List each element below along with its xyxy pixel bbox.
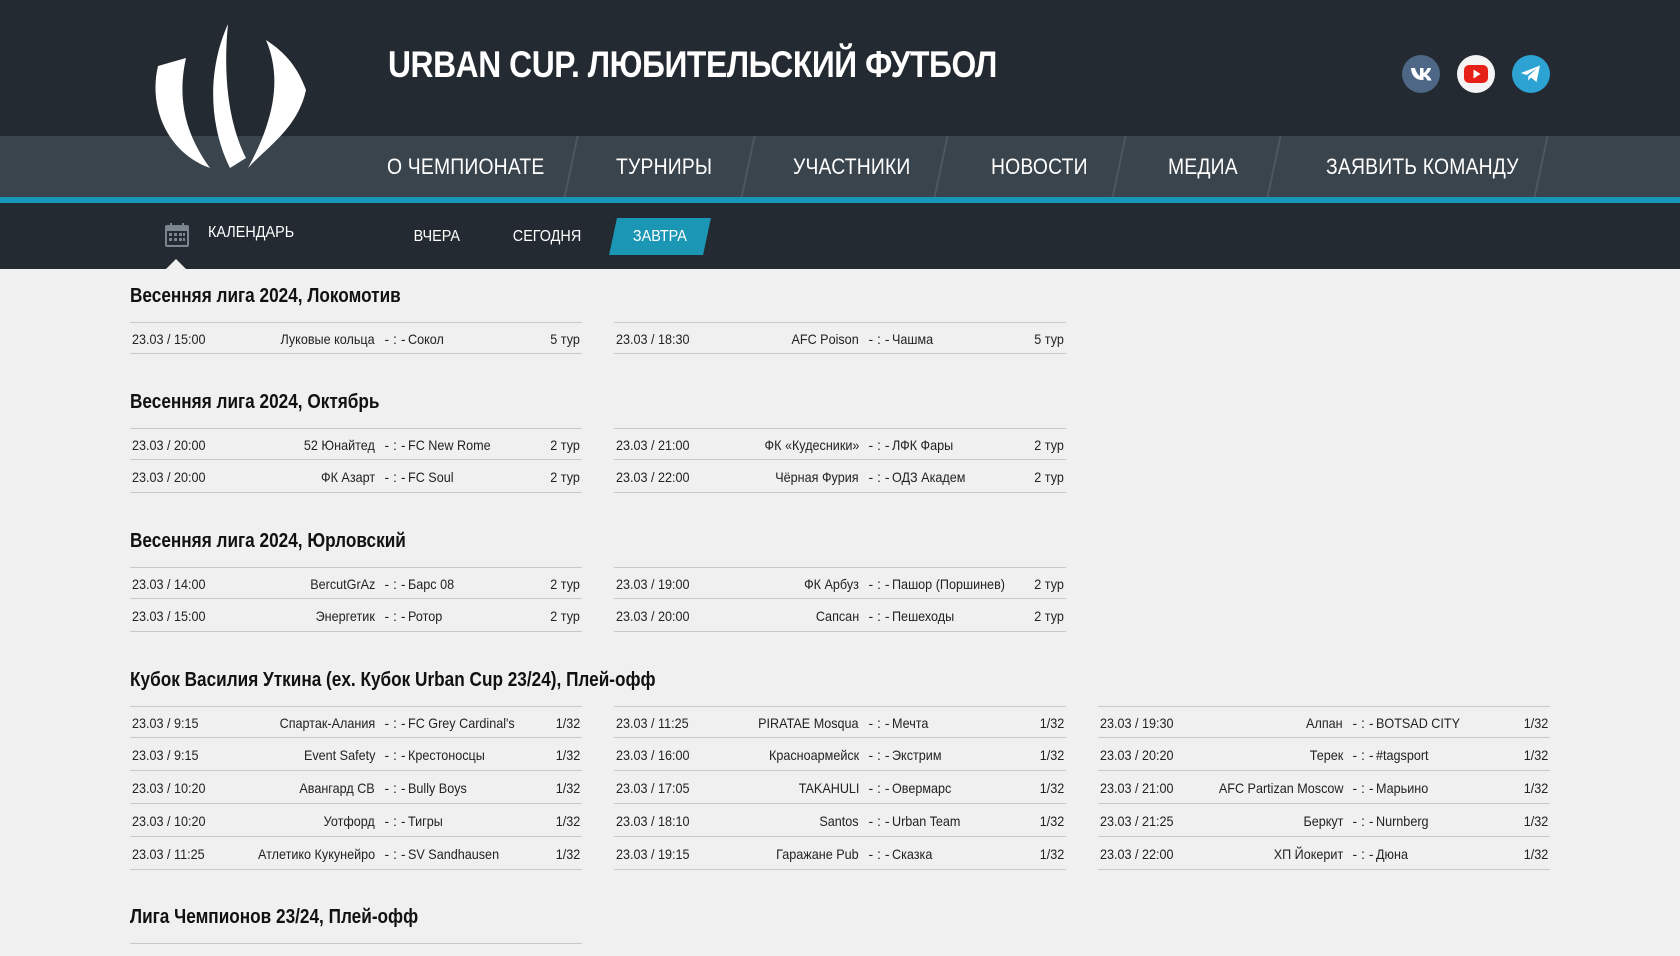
site-title: URBAN CUP. ЛЮБИТЕЛЬСКИЙ ФУТБОЛ	[388, 44, 997, 85]
match-row[interactable]: 23.03 / 18:10 Santos - : - Urban Team 1/…	[614, 805, 1066, 837]
match-row[interactable]: 23.03 / 19:15 Гаражане Pub - : - Сказка …	[614, 838, 1066, 870]
match-row[interactable]: 23.03 / 22:00 ХП Йокерит - : - Дюна 1/32	[1098, 838, 1550, 870]
calendar-pointer	[166, 259, 186, 269]
tab-tomorrow[interactable]: ЗАВТРА	[609, 218, 711, 255]
tab-today[interactable]: СЕГОДНЯ	[511, 218, 583, 255]
match-row[interactable]: 23.03 / 9:15 Спартак-Алания - : - FC Gre…	[130, 706, 582, 738]
match-row[interactable]: 23.03 / 20:00 Сапсан - : - Пешеходы 2 ту…	[614, 600, 1066, 632]
telegram-icon[interactable]	[1512, 55, 1550, 93]
vk-icon[interactable]	[1402, 55, 1440, 93]
section-title-champions-league: Лига Чемпионов 23/24, Плей-офф	[130, 906, 419, 928]
urban-cup-logo[interactable]	[148, 18, 310, 178]
match-row[interactable]: 23.03 / 10:20 Авангард СВ - : - Bully Bo…	[130, 772, 582, 804]
match-row[interactable]: 23.03 / 15:00 Энергетик - : - Ротор 2 ту…	[130, 600, 582, 632]
match-row[interactable]: 23.03 / 20:00 52 Юнайтед - : - FC New Ro…	[130, 428, 582, 460]
match-row[interactable]: 23.03 / 15:00 Луковые кольца - : - Сокол…	[130, 322, 582, 354]
section-title-yurlovsky: Весенняя лига 2024, Юрловский	[130, 530, 406, 552]
nav-item-participants[interactable]: УЧАСТНИКИ	[793, 136, 911, 198]
calendar-icon[interactable]	[165, 223, 189, 247]
nav-item-register-team[interactable]: ЗАЯВИТЬ КОМАНДУ	[1326, 136, 1519, 198]
match-row-cutoff	[130, 943, 582, 956]
match-row[interactable]: 23.03 / 11:25 PIRATAE Mosqua - : - Мечта…	[614, 706, 1066, 738]
nav-item-tournaments[interactable]: ТУРНИРЫ	[616, 136, 712, 198]
match-row[interactable]: 23.03 / 21:00 AFC Partizan Moscow - : - …	[1098, 772, 1550, 804]
section-title-oktyabr: Весенняя лига 2024, Октябрь	[130, 391, 380, 413]
match-row[interactable]: 23.03 / 18:30 AFC Poison - : - Чашма 5 т…	[614, 322, 1066, 354]
match-row[interactable]: 23.03 / 11:25 Атлетико Кукунейро - : - S…	[130, 838, 582, 870]
match-row[interactable]: 23.03 / 19:30 Алпан - : - BOTSAD CITY 1/…	[1098, 706, 1550, 738]
match-row[interactable]: 23.03 / 14:00 BercutGrAz - : - Барс 08 2…	[130, 567, 582, 599]
nav-item-news[interactable]: НОВОСТИ	[991, 136, 1088, 198]
match-row[interactable]: 23.03 / 10:20 Уотфорд - : - Тигры 1/32	[130, 805, 582, 837]
nav-item-about[interactable]: О ЧЕМПИОНАТЕ	[387, 136, 545, 198]
calendar-label[interactable]: КАЛЕНДАРЬ	[208, 224, 294, 242]
match-row[interactable]: 23.03 / 22:00 Чёрная Фурия - : - ОДЗ Ака…	[614, 461, 1066, 493]
section-title-lokomotiv: Весенняя лига 2024, Локомотив	[130, 285, 401, 307]
match-row[interactable]: 23.03 / 20:00 ФК Азарт - : - FC Soul 2 т…	[130, 461, 582, 493]
match-row[interactable]: 23.03 / 20:20 Терек - : - #tagsport 1/32	[1098, 739, 1550, 771]
section-title-cup: Кубок Василия Уткина (ex. Кубок Urban Cu…	[130, 669, 656, 691]
match-row[interactable]: 23.03 / 9:15 Event Safety - : - Крестоно…	[130, 739, 582, 771]
tab-yesterday[interactable]: ВЧЕРА	[405, 218, 469, 255]
match-row[interactable]: 23.03 / 21:00 ФК «Кудесники» - : - ЛФК Ф…	[614, 428, 1066, 460]
match-row[interactable]: 23.03 / 17:05 TAKAHULI - : - Овермарс 1/…	[614, 772, 1066, 804]
match-row[interactable]: 23.03 / 16:00 Красноармейск - : - Экстри…	[614, 739, 1066, 771]
nav-item-media[interactable]: МЕДИА	[1168, 136, 1238, 198]
youtube-icon[interactable]	[1457, 55, 1495, 93]
match-row[interactable]: 23.03 / 21:25 Беркут - : - Nurnberg 1/32	[1098, 805, 1550, 837]
match-row[interactable]: 23.03 / 19:00 ФК Арбуз - : - Пашор (Порш…	[614, 567, 1066, 599]
